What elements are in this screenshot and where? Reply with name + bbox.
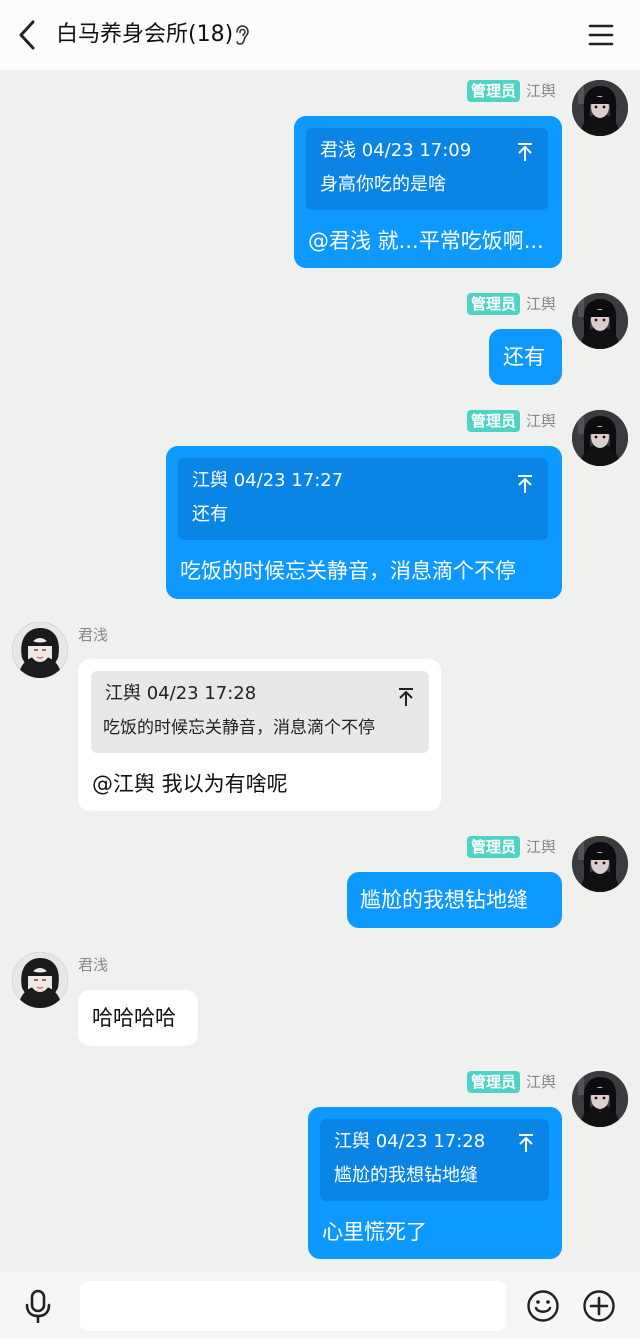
- admin-badge: 管理员: [466, 1071, 520, 1093]
- sender-name: 江舆: [525, 295, 556, 313]
- sender-name: 江舆: [525, 838, 556, 856]
- sender-name: 君浅: [78, 956, 109, 974]
- jump-to-quote-icon[interactable]: [517, 1133, 535, 1153]
- sender-name: 江舆: [525, 82, 556, 100]
- quote-header: 江舆 04/23 17:27: [192, 470, 344, 491]
- hamburger-menu-icon: [588, 24, 614, 46]
- message-bubble[interactable]: 还有: [489, 329, 562, 385]
- quote-body: 还有: [192, 504, 228, 525]
- message-bubble[interactable]: 尴尬的我想钻地缝: [347, 872, 562, 928]
- avatar-image: [572, 293, 628, 349]
- chat-title[interactable]: 白马养身会所(18): [56, 19, 233, 51]
- admin-badge: 管理员: [466, 836, 520, 858]
- avatar-image: [12, 952, 68, 1008]
- quote-header: 江舆 04/23 17:28: [105, 683, 257, 704]
- avatar[interactable]: [572, 1071, 628, 1127]
- avatar-image: [572, 410, 628, 466]
- quoted-message[interactable]: 君浅 04/23 17:09 身高你吃的是啥: [306, 128, 548, 210]
- message-bubble[interactable]: 江舆 04/23 17:28 吃饭的时候忘关静音，消息滴个不停 @江舆 我以为有…: [78, 659, 441, 811]
- quoted-message[interactable]: 江舆 04/23 17:28 吃饭的时候忘关静音，消息滴个不停: [91, 671, 429, 753]
- message-meta: 管理员 江舆: [466, 1071, 556, 1093]
- sender-name: 江舆: [525, 1073, 556, 1091]
- message-text: 尴尬的我想钻地缝: [360, 888, 528, 912]
- quote-header: 君浅 04/23 17:09: [320, 140, 472, 161]
- message-bubble[interactable]: 君浅 04/23 17:09 身高你吃的是啥 @君浅 就...平常吃饭啊...: [294, 116, 562, 268]
- message-text: 吃饭的时候忘关静音，消息滴个不停: [180, 559, 516, 583]
- emoji-icon: [527, 1290, 559, 1322]
- jump-to-quote-icon[interactable]: [516, 142, 534, 162]
- message-text: 心里慌死了: [322, 1220, 427, 1244]
- admin-badge: 管理员: [466, 80, 520, 102]
- message-bubble[interactable]: 哈哈哈哈: [78, 990, 198, 1046]
- admin-badge: 管理员: [466, 293, 520, 315]
- back-button[interactable]: [12, 17, 42, 53]
- jump-to-quote-icon[interactable]: [397, 687, 415, 707]
- plus-circle-icon: [583, 1290, 615, 1322]
- message-text: @江舆 我以为有啥呢: [92, 772, 288, 796]
- avatar[interactable]: [572, 80, 628, 136]
- message-input[interactable]: [80, 1281, 506, 1331]
- quote-body: 吃饭的时候忘关静音，消息滴个不停: [103, 718, 375, 738]
- avatar-image: [572, 836, 628, 892]
- avatar-image: [12, 622, 68, 678]
- quoted-message[interactable]: 江舆 04/23 17:28 尴尬的我想钻地缝: [320, 1119, 549, 1201]
- avatar[interactable]: [12, 622, 68, 678]
- message-meta: 管理员 江舆: [466, 836, 556, 858]
- message-meta: 管理员 江舆: [466, 80, 556, 102]
- emoji-button[interactable]: [526, 1289, 560, 1323]
- avatar[interactable]: [572, 293, 628, 349]
- message-meta: 管理员 江舆: [466, 293, 556, 315]
- menu-button[interactable]: [585, 20, 617, 50]
- quote-body: 尴尬的我想钻地缝: [334, 1165, 478, 1186]
- message-text: 还有: [503, 345, 545, 369]
- sender-name: 君浅: [78, 626, 109, 644]
- message-bubble[interactable]: 江舆 04/23 17:28 尴尬的我想钻地缝 心里慌死了: [308, 1107, 562, 1259]
- message-meta: 管理员 江舆: [466, 410, 556, 432]
- avatar[interactable]: [12, 952, 68, 1008]
- microphone-icon: [25, 1289, 51, 1324]
- avatar-image: [572, 80, 628, 136]
- quote-body: 身高你吃的是啥: [320, 174, 446, 195]
- quote-header: 江舆 04/23 17:28: [334, 1131, 486, 1152]
- admin-badge: 管理员: [466, 410, 520, 432]
- more-button[interactable]: [582, 1289, 616, 1323]
- message-text: 哈哈哈哈: [92, 1006, 176, 1030]
- quoted-message[interactable]: 江舆 04/23 17:27 还有: [178, 458, 548, 540]
- chevron-left-icon: [19, 20, 35, 50]
- avatar[interactable]: [572, 410, 628, 466]
- sender-name: 江舆: [525, 412, 556, 430]
- chat-header: 白马养身会所(18): [0, 0, 640, 70]
- avatar-image: [572, 1071, 628, 1127]
- jump-to-quote-icon[interactable]: [516, 474, 534, 494]
- ear-icon: [236, 25, 249, 45]
- message-bubble[interactable]: 江舆 04/23 17:27 还有 吃饭的时候忘关静音，消息滴个不停: [166, 446, 562, 599]
- avatar[interactable]: [572, 836, 628, 892]
- voice-button[interactable]: [22, 1289, 54, 1324]
- message-text: @君浅 就...平常吃饭啊...: [308, 229, 544, 253]
